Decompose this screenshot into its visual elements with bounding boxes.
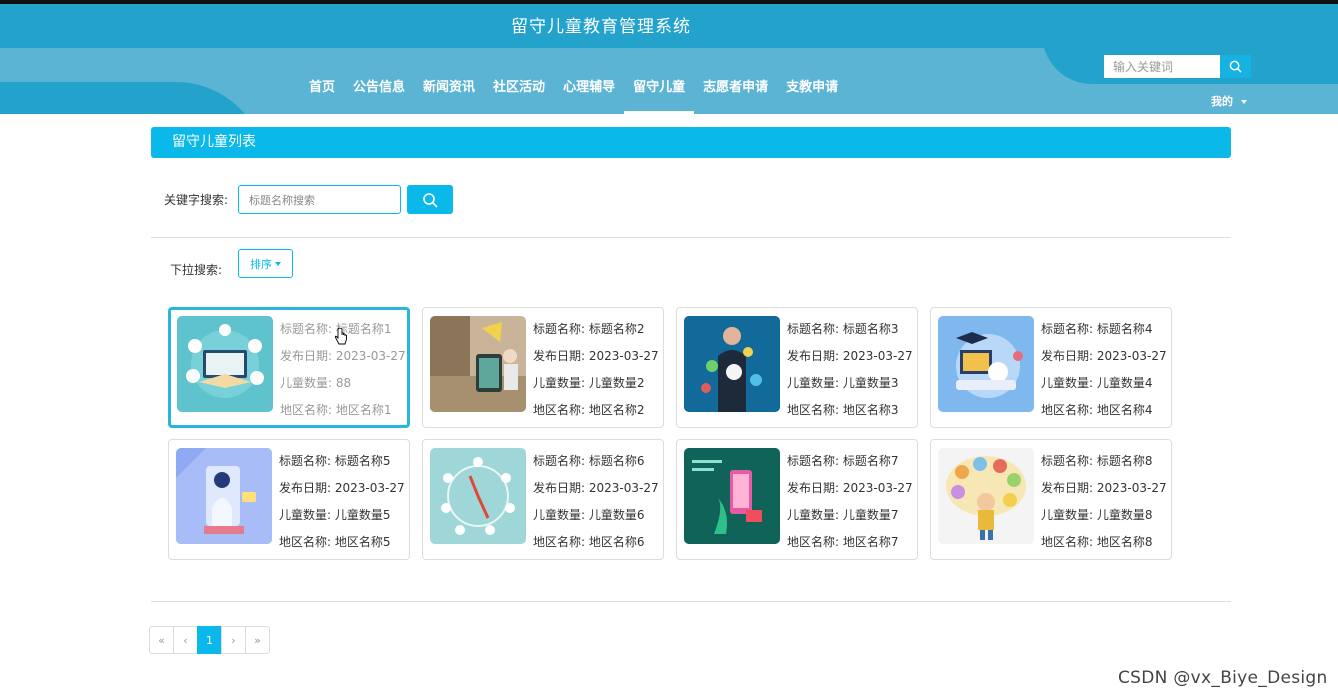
child-card[interactable]: 标题名称: 标题名称1 发布日期: 2023-03-27 儿童数量: 88 地区… bbox=[168, 307, 410, 428]
card-date: 发布日期: 2023-03-27 bbox=[279, 481, 405, 495]
card-region: 地区名称: 地区名称3 bbox=[787, 403, 899, 417]
child-card[interactable]: 标题名称: 标题名称6 发布日期: 2023-03-27 儿童数量: 儿童数量6… bbox=[422, 439, 664, 560]
card-date: 发布日期: 2023-03-27 bbox=[280, 349, 406, 363]
watermark: CSDN @vx_Biye_Design bbox=[1118, 668, 1328, 688]
card-info: 标题名称: 标题名称3 发布日期: 2023-03-27 儿童数量: 儿童数量3… bbox=[787, 316, 913, 424]
search-icon bbox=[1229, 60, 1242, 73]
card-region: 地区名称: 地区名称8 bbox=[1041, 535, 1153, 549]
section-title: 留守儿童列表 bbox=[151, 127, 1231, 158]
page-first-button[interactable]: « bbox=[149, 626, 174, 654]
child-card[interactable]: 标题名称: 标题名称8 发布日期: 2023-03-27 儿童数量: 儿童数量8… bbox=[930, 439, 1172, 560]
card-image bbox=[176, 448, 272, 544]
page-prev-button[interactable]: ‹ bbox=[173, 626, 198, 654]
card-date: 发布日期: 2023-03-27 bbox=[533, 349, 659, 363]
card-region: 地区名称: 地区名称2 bbox=[533, 403, 645, 417]
card-image bbox=[177, 316, 273, 412]
card-count: 儿童数量: 儿童数量6 bbox=[533, 508, 645, 522]
card-title: 标题名称: 标题名称8 bbox=[1041, 454, 1153, 468]
card-count: 儿童数量: 儿童数量3 bbox=[787, 376, 899, 390]
nav-news[interactable]: 新闻资讯 bbox=[414, 70, 484, 114]
keyword-search-input[interactable]: 标题名称搜索 bbox=[238, 185, 401, 214]
card-image bbox=[430, 448, 526, 544]
pointer-cursor-icon bbox=[334, 328, 347, 345]
child-card[interactable]: 标题名称: 标题名称7 发布日期: 2023-03-27 儿童数量: 儿童数量7… bbox=[676, 439, 918, 560]
page-last-button[interactable]: » bbox=[245, 626, 270, 654]
card-region: 地区名称: 地区名称6 bbox=[533, 535, 645, 549]
card-title: 标题名称: 标题名称3 bbox=[787, 322, 899, 336]
card-info: 标题名称: 标题名称4 发布日期: 2023-03-27 儿童数量: 儿童数量4… bbox=[1041, 316, 1167, 424]
card-image bbox=[938, 448, 1034, 544]
site-title: 留守儿童教育管理系统 bbox=[511, 17, 691, 37]
sort-dropdown-button[interactable]: 排序 bbox=[238, 249, 293, 278]
card-count: 儿童数量: 88 bbox=[280, 376, 352, 390]
card-image bbox=[684, 316, 780, 412]
card-info: 标题名称: 标题名称2 发布日期: 2023-03-27 儿童数量: 儿童数量2… bbox=[533, 316, 659, 424]
card-date: 发布日期: 2023-03-27 bbox=[787, 349, 913, 363]
card-date: 发布日期: 2023-03-27 bbox=[787, 481, 913, 495]
card-image bbox=[684, 448, 780, 544]
card-count: 儿童数量: 儿童数量7 bbox=[787, 508, 899, 522]
child-card[interactable]: 标题名称: 标题名称5 发布日期: 2023-03-27 儿童数量: 儿童数量5… bbox=[168, 439, 410, 560]
card-title: 标题名称: 标题名称2 bbox=[533, 322, 645, 336]
child-card[interactable]: 标题名称: 标题名称2 发布日期: 2023-03-27 儿童数量: 儿童数量2… bbox=[422, 307, 664, 428]
card-info: 标题名称: 标题名称5 发布日期: 2023-03-27 儿童数量: 儿童数量5… bbox=[279, 448, 405, 556]
card-date: 发布日期: 2023-03-27 bbox=[1041, 481, 1167, 495]
child-card[interactable]: 标题名称: 标题名称3 发布日期: 2023-03-27 儿童数量: 儿童数量3… bbox=[676, 307, 918, 428]
card-title: 标题名称: 标题名称5 bbox=[279, 454, 391, 468]
header-wave-left bbox=[0, 82, 266, 114]
main-nav: 首页 公告信息 新闻资讯 社区活动 心理辅导 留守儿童 志愿者申请 支教申请 bbox=[300, 70, 847, 114]
card-region: 地区名称: 地区名称4 bbox=[1041, 403, 1153, 417]
card-count: 儿童数量: 儿童数量8 bbox=[1041, 508, 1153, 522]
page-next-button[interactable]: › bbox=[221, 626, 246, 654]
card-info: 标题名称: 标题名称6 发布日期: 2023-03-27 儿童数量: 儿童数量6… bbox=[533, 448, 659, 556]
card-region: 地区名称: 地区名称7 bbox=[787, 535, 899, 549]
divider bbox=[151, 601, 1231, 602]
card-region: 地区名称: 地区名称5 bbox=[279, 535, 391, 549]
card-title: 标题名称: 标题名称4 bbox=[1041, 322, 1153, 336]
nav-counseling[interactable]: 心理辅导 bbox=[554, 70, 624, 114]
header-search-input[interactable]: 输入关键词 bbox=[1104, 55, 1220, 78]
caret-down-icon bbox=[275, 261, 281, 266]
nav-notices[interactable]: 公告信息 bbox=[344, 70, 414, 114]
my-account-menu[interactable]: 我的 bbox=[1211, 93, 1247, 109]
card-info: 标题名称: 标题名称8 发布日期: 2023-03-27 儿童数量: 儿童数量8… bbox=[1041, 448, 1167, 556]
card-date: 发布日期: 2023-03-27 bbox=[1041, 349, 1167, 363]
card-count: 儿童数量: 儿童数量4 bbox=[1041, 376, 1153, 390]
keyword-search-button[interactable] bbox=[407, 185, 453, 214]
card-date: 发布日期: 2023-03-27 bbox=[533, 481, 659, 495]
nav-teaching[interactable]: 支教申请 bbox=[777, 70, 847, 114]
sort-label: 排序 bbox=[250, 257, 272, 271]
pagination: « ‹ 1 › » bbox=[149, 626, 270, 654]
caret-down-icon bbox=[1241, 100, 1247, 104]
nav-community[interactable]: 社区活动 bbox=[484, 70, 554, 114]
card-title: 标题名称: 标题名称7 bbox=[787, 454, 899, 468]
nav-left-behind-children[interactable]: 留守儿童 bbox=[624, 70, 695, 114]
my-account-label: 我的 bbox=[1211, 95, 1233, 108]
nav-home[interactable]: 首页 bbox=[300, 70, 344, 114]
child-card[interactable]: 标题名称: 标题名称4 发布日期: 2023-03-27 儿童数量: 儿童数量4… bbox=[930, 307, 1172, 428]
search-icon bbox=[423, 192, 438, 208]
site-header: 留守儿童教育管理系统 首页 公告信息 新闻资讯 社区活动 心理辅导 留守儿童 志… bbox=[0, 0, 1338, 114]
card-image bbox=[938, 316, 1034, 412]
card-title: 标题名称: 标题名称6 bbox=[533, 454, 645, 468]
page-current-button[interactable]: 1 bbox=[197, 626, 222, 654]
card-info: 标题名称: 标题名称7 发布日期: 2023-03-27 儿童数量: 儿童数量7… bbox=[787, 448, 913, 556]
card-image bbox=[430, 316, 526, 412]
dropdown-search-label: 下拉搜索: bbox=[170, 263, 223, 277]
card-count: 儿童数量: 儿童数量5 bbox=[279, 508, 391, 522]
card-region: 地区名称: 地区名称1 bbox=[280, 403, 392, 417]
card-count: 儿童数量: 儿童数量2 bbox=[533, 376, 645, 390]
nav-volunteer[interactable]: 志愿者申请 bbox=[694, 70, 777, 114]
keyword-search-label: 关键字搜索: bbox=[164, 193, 229, 207]
header-search-button[interactable] bbox=[1220, 55, 1251, 78]
divider bbox=[151, 237, 1231, 238]
